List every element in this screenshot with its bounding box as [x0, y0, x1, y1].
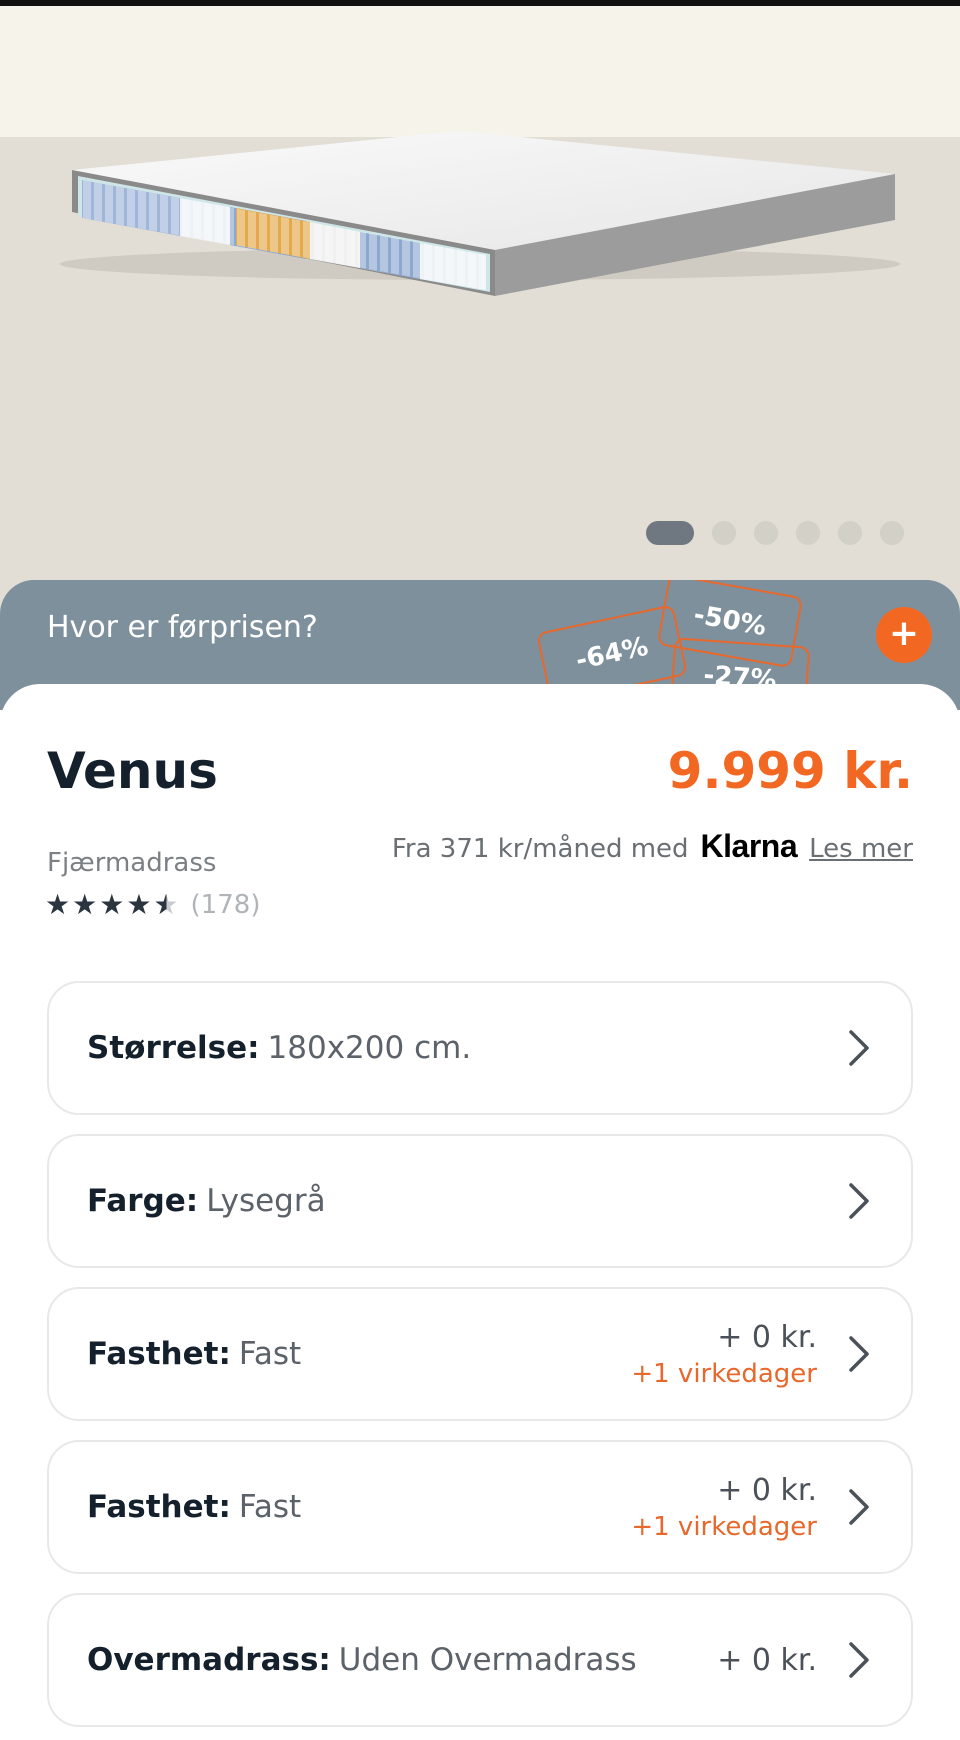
product-title: Venus: [47, 742, 218, 800]
expand-button[interactable]: +: [876, 607, 932, 663]
option-key: Fasthet:: [87, 1336, 231, 1372]
option-value: Fast: [238, 1489, 302, 1525]
price-history-question: Hvor er førprisen?: [47, 610, 318, 645]
option-topper[interactable]: Overmadrass: Uden Overmadrass + 0 kr.: [47, 1593, 913, 1727]
half-star-icon: ★: [153, 888, 179, 921]
option-size[interactable]: Størrelse: 180x200 cm.: [47, 981, 913, 1115]
chevron-right-icon: [849, 1030, 869, 1066]
star-icon: ★: [45, 888, 71, 921]
product-price: 9.999 kr.: [667, 742, 913, 800]
carousel-indicator: [646, 521, 904, 545]
carousel-dot[interactable]: [646, 521, 694, 545]
option-price: + 0 kr.: [717, 1472, 817, 1508]
chevron-right-icon: [849, 1183, 869, 1219]
product-details-card: Venus 9.999 kr. Fra 371 kr/måned med Kla…: [0, 684, 960, 1740]
review-count: (178): [190, 890, 261, 920]
chevron-right-icon: [849, 1642, 869, 1678]
option-key: Farge:: [87, 1183, 199, 1219]
carousel-dot[interactable]: [796, 521, 820, 545]
rating[interactable]: ★ ★ ★ ★ ★ (178): [45, 890, 260, 920]
option-value: Lysegrå: [206, 1183, 326, 1219]
star-icon: ★: [99, 888, 125, 921]
option-value: Uden Overmadrass: [338, 1642, 637, 1678]
read-more-link[interactable]: Les mer: [809, 834, 913, 864]
plus-icon: +: [888, 613, 920, 654]
product-image-carousel[interactable]: [0, 6, 960, 640]
option-value: Fast: [238, 1336, 302, 1372]
option-price: + 0 kr.: [717, 1642, 817, 1678]
financing-text: Fra 371 kr/måned med: [391, 834, 689, 864]
carousel-dot[interactable]: [712, 521, 736, 545]
carousel-dot[interactable]: [838, 521, 862, 545]
chevron-right-icon: [849, 1336, 869, 1372]
option-delivery: +1 virkedager: [631, 1358, 817, 1389]
option-value: 180x200 cm.: [267, 1030, 472, 1066]
option-firmness[interactable]: Fasthet: Fast + 0 kr. +1 virkedager: [47, 1440, 913, 1574]
carousel-dot[interactable]: [754, 521, 778, 545]
carousel-dot[interactable]: [880, 521, 904, 545]
klarna-logo: Klarna: [700, 828, 798, 864]
product-category: Fjærmadrass: [47, 848, 217, 878]
option-firmness[interactable]: Fasthet: Fast + 0 kr. +1 virkedager: [47, 1287, 913, 1421]
star-icon: ★: [126, 888, 152, 921]
financing-info: Fra 371 kr/måned med Klarna Les mer: [392, 828, 913, 865]
option-color[interactable]: Farge: Lysegrå: [47, 1134, 913, 1268]
option-key: Fasthet:: [87, 1489, 231, 1525]
chevron-right-icon: [849, 1489, 869, 1525]
option-price: + 0 kr.: [717, 1319, 817, 1355]
option-delivery: +1 virkedager: [631, 1511, 817, 1542]
star-icon: ★: [72, 888, 98, 921]
option-key: Størrelse:: [87, 1030, 260, 1066]
option-key: Overmadrass:: [87, 1642, 331, 1678]
